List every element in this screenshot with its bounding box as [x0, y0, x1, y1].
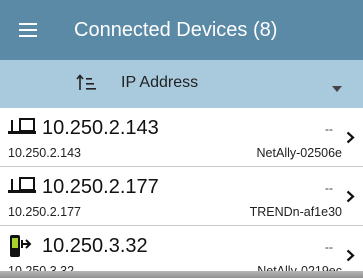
device-list: 10.250.2.143 10.250.2.143 -- NetAlly-025…	[0, 108, 363, 274]
sort-ascending-icon	[75, 73, 97, 98]
page-title: Connected Devices (8)	[74, 18, 278, 41]
device-ip-title: 10.250.2.143	[42, 117, 159, 139]
device-name: NetAlly-02506e	[256, 146, 342, 160]
device-ip-title: 10.250.3.32	[42, 235, 148, 257]
scroll-edge-shadow	[0, 271, 363, 278]
device-name: TRENDn-af1e30	[249, 205, 342, 219]
device-ip-address: 10.250.2.143	[8, 146, 81, 160]
device-row-2[interactable]: 10.250.2.177 10.250.2.177 -- TRENDn-af1e…	[0, 167, 363, 226]
netally-tester-icon	[8, 234, 38, 263]
device-status: --	[325, 240, 333, 254]
device-ip-title: 10.250.2.177	[42, 176, 159, 198]
laptop-icon	[8, 175, 38, 200]
chevron-right-icon[interactable]	[346, 190, 355, 208]
device-ip-address: 10.250.2.177	[8, 205, 81, 219]
laptop-icon	[8, 116, 38, 141]
device-status: --	[325, 122, 333, 136]
hamburger-menu-icon[interactable]	[0, 0, 56, 60]
chevron-right-icon[interactable]	[346, 249, 355, 267]
sort-field-label: IP Address	[121, 74, 199, 91]
device-status: --	[325, 181, 333, 195]
device-row-3[interactable]: 10.250.3.32 10.250.3.32 -- NetAlly-0219e…	[0, 226, 363, 274]
app-bar: Connected Devices (8)	[0, 0, 363, 60]
chevron-right-icon[interactable]	[346, 131, 355, 149]
device-row-1[interactable]: 10.250.2.143 10.250.2.143 -- NetAlly-025…	[0, 108, 363, 167]
caret-down-icon[interactable]	[331, 80, 343, 98]
sort-selector[interactable]: IP Address	[0, 60, 363, 108]
